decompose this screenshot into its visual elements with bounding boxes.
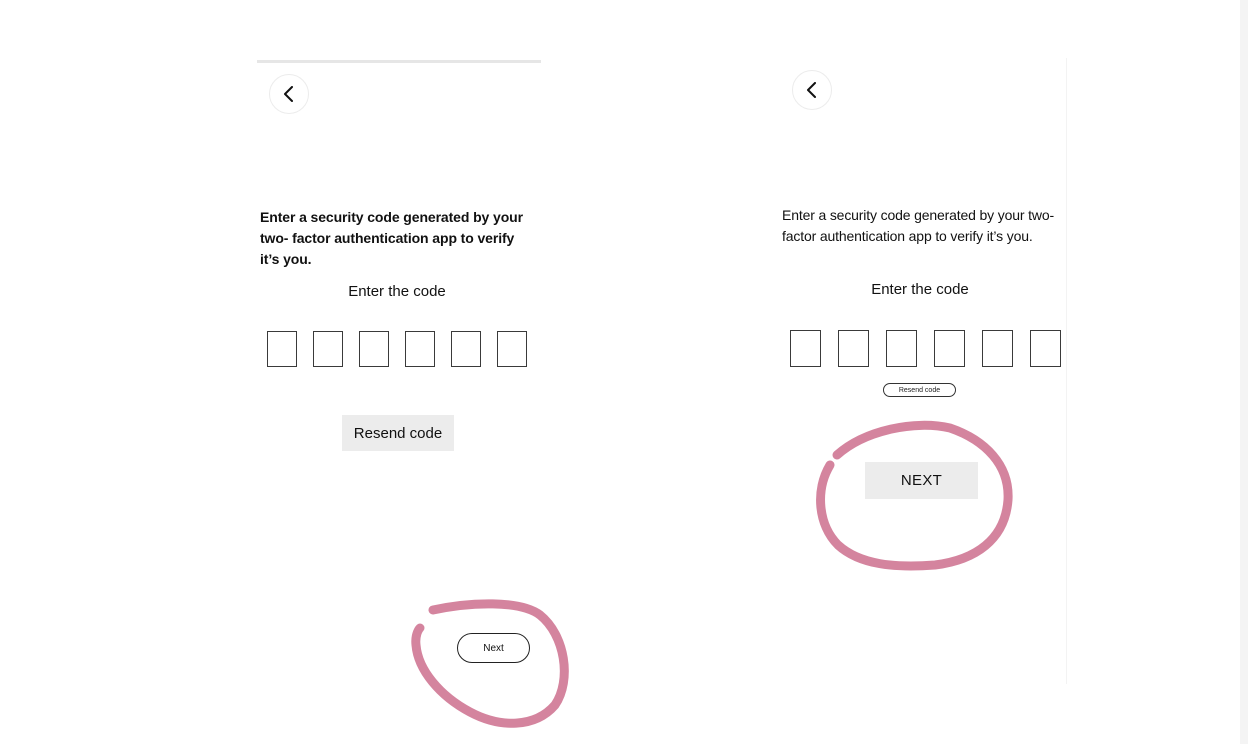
code-digit-5[interactable] bbox=[982, 330, 1013, 367]
code-digit-6[interactable] bbox=[1030, 330, 1061, 367]
instructions-text: Enter a security code generated by your … bbox=[260, 209, 523, 267]
code-digit-2[interactable] bbox=[838, 330, 869, 367]
code-input-group bbox=[790, 330, 1061, 367]
code-label: Enter the code bbox=[871, 281, 969, 298]
chevron-left-icon bbox=[284, 86, 293, 102]
back-button[interactable] bbox=[792, 70, 832, 110]
comparison-canvas: Enter a security code generated by your … bbox=[0, 0, 1248, 744]
instructions-text: Enter a security code generated by your … bbox=[782, 207, 1054, 244]
top-divider bbox=[257, 60, 541, 63]
resend-code-button[interactable]: Resend code bbox=[342, 415, 454, 451]
resend-code-button[interactable]: Resend code bbox=[883, 383, 956, 397]
code-digit-3[interactable] bbox=[359, 331, 389, 367]
code-digit-2[interactable] bbox=[313, 331, 343, 367]
code-label: Enter the code bbox=[348, 283, 446, 300]
code-digit-4[interactable] bbox=[934, 330, 965, 367]
verification-screen-a: Enter a security code generated by your … bbox=[257, 60, 541, 744]
next-button[interactable]: NEXT bbox=[865, 462, 978, 499]
chevron-left-icon bbox=[807, 82, 816, 98]
code-input-group bbox=[267, 331, 527, 367]
canvas-edge bbox=[1240, 0, 1248, 744]
back-button[interactable] bbox=[269, 74, 309, 114]
code-digit-6[interactable] bbox=[497, 331, 527, 367]
code-digit-1[interactable] bbox=[790, 330, 821, 367]
next-button[interactable]: Next bbox=[457, 633, 530, 663]
code-digit-4[interactable] bbox=[405, 331, 435, 367]
code-digit-5[interactable] bbox=[451, 331, 481, 367]
code-digit-1[interactable] bbox=[267, 331, 297, 367]
verification-screen-b: Enter a security code generated by your … bbox=[780, 58, 1067, 684]
code-digit-3[interactable] bbox=[886, 330, 917, 367]
